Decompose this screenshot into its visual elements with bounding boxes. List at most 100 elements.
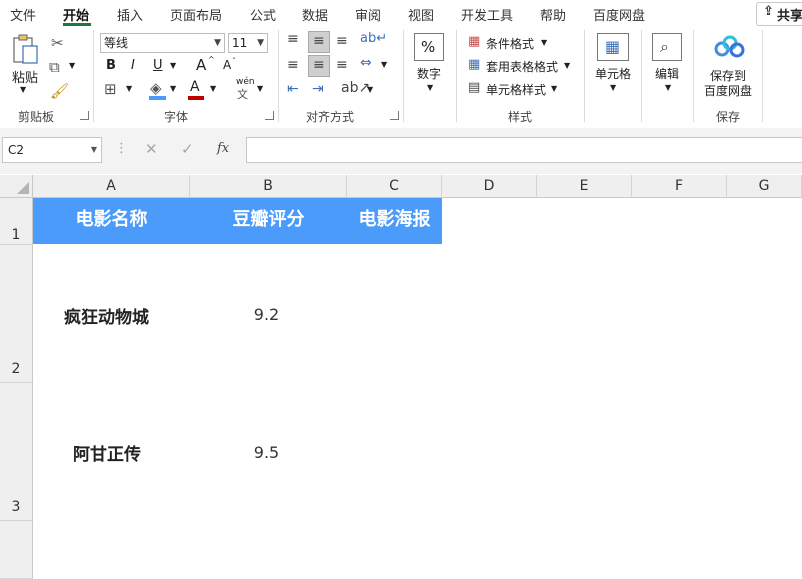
conditional-format-button[interactable]: 条件格式 bbox=[486, 35, 534, 52]
paste-button[interactable] bbox=[10, 33, 40, 67]
column-header-c[interactable]: C bbox=[347, 175, 442, 198]
save-group-label: 保存 bbox=[716, 110, 741, 124]
underline-dropdown-icon[interactable]: ▼ bbox=[170, 61, 176, 70]
italic-button[interactable]: I bbox=[131, 58, 135, 73]
name-box[interactable]: C2 ▼ bbox=[2, 137, 102, 163]
menu-home[interactable]: 开始 bbox=[63, 5, 89, 24]
font-color-button[interactable]: A bbox=[190, 79, 200, 95]
underline-button[interactable]: U bbox=[153, 58, 163, 73]
phonetic-icon: 文 bbox=[237, 88, 248, 101]
align-center-button[interactable]: ≡ bbox=[308, 55, 330, 77]
align-middle-button[interactable]: ≡ bbox=[308, 31, 330, 53]
menu-formulas[interactable]: 公式 bbox=[250, 5, 276, 24]
align-bottom-icon[interactable]: ≡ bbox=[336, 33, 348, 49]
cells-dropdown-icon[interactable]: ▼ bbox=[610, 83, 616, 92]
border-dropdown-icon[interactable]: ▼ bbox=[126, 84, 132, 93]
baidu-netdisk-icon[interactable] bbox=[713, 35, 745, 59]
wrap-text-icon[interactable]: ab↵ bbox=[360, 31, 387, 46]
table-format-dropdown-icon[interactable]: ▼ bbox=[564, 61, 570, 70]
share-button[interactable]: ⇪ 共享 bbox=[756, 2, 802, 26]
decrease-indent-icon[interactable]: ⇤ bbox=[287, 81, 299, 97]
cells-button[interactable]: ▦ bbox=[597, 33, 629, 61]
font-launcher-icon[interactable] bbox=[265, 111, 274, 120]
group-separator bbox=[403, 30, 404, 122]
baidu-netdisk-label[interactable]: 百度网盘 bbox=[704, 82, 752, 99]
menu-file[interactable]: 文件 bbox=[10, 5, 36, 24]
cell-b1[interactable]: 豆瓣评分 bbox=[190, 198, 347, 244]
border-icon[interactable]: ⊞ bbox=[104, 80, 117, 98]
active-tab-indicator bbox=[63, 23, 91, 26]
row-header-1[interactable]: 1 bbox=[0, 198, 33, 245]
group-separator bbox=[278, 30, 279, 122]
shrink-font-button[interactable]: A bbox=[223, 58, 231, 72]
cell-a3[interactable]: 阿甘正传 bbox=[33, 383, 190, 521]
merge-dropdown-icon[interactable]: ▼ bbox=[381, 60, 387, 69]
menu-developer[interactable]: 开发工具 bbox=[461, 5, 513, 24]
font-color-dropdown-icon[interactable]: ▼ bbox=[210, 84, 216, 93]
align-right-icon[interactable]: ≡ bbox=[336, 57, 348, 73]
align-middle-icon: ≡ bbox=[313, 33, 325, 49]
increase-indent-icon[interactable]: ⇥ bbox=[312, 81, 324, 97]
menu-review[interactable]: 审阅 bbox=[355, 5, 381, 24]
column-header-e[interactable]: E bbox=[537, 175, 632, 198]
font-name-value: 等线 bbox=[104, 36, 129, 50]
column-header-f[interactable]: F bbox=[632, 175, 727, 198]
font-name-combo[interactable]: 等线 ▼ bbox=[100, 33, 225, 53]
cut-icon[interactable]: ✂ bbox=[51, 34, 64, 52]
align-top-icon[interactable]: ≡ bbox=[287, 31, 299, 47]
grow-font-button[interactable]: A bbox=[196, 56, 206, 74]
paste-dropdown-icon[interactable]: ▼ bbox=[20, 85, 26, 94]
menu-help[interactable]: 帮助 bbox=[540, 5, 566, 24]
insert-function-icon[interactable]: fx bbox=[217, 141, 229, 156]
row-header-2[interactable]: 2 bbox=[0, 245, 33, 383]
orientation-icon[interactable]: ab↗ bbox=[341, 80, 370, 96]
search-icon: ⌕ bbox=[660, 37, 669, 56]
clipboard-launcher-icon[interactable] bbox=[80, 111, 89, 120]
chevron-down-icon: ▼ bbox=[214, 38, 221, 48]
cell-a1[interactable]: 电影名称 bbox=[33, 198, 190, 244]
row-header-4[interactable] bbox=[0, 521, 33, 579]
number-dropdown-icon[interactable]: ▼ bbox=[427, 83, 433, 92]
alignment-launcher-icon[interactable] bbox=[390, 111, 399, 120]
cancel-icon[interactable]: ✕ bbox=[145, 140, 158, 158]
editing-button[interactable]: ⌕ bbox=[652, 33, 682, 61]
menu-view[interactable]: 视图 bbox=[408, 5, 434, 24]
conditional-dropdown-icon[interactable]: ▼ bbox=[541, 38, 547, 47]
copy-dropdown-icon[interactable]: ▼ bbox=[69, 61, 75, 70]
phonetic-dropdown-icon[interactable]: ▼ bbox=[257, 84, 263, 93]
menu-page-layout[interactable]: 页面布局 bbox=[170, 5, 222, 24]
cell-b2[interactable]: 9.2 bbox=[190, 245, 347, 383]
menu-baidu-netdisk[interactable]: 百度网盘 bbox=[593, 5, 645, 24]
menu-insert[interactable]: 插入 bbox=[117, 5, 143, 24]
merge-center-icon[interactable]: ⇔ bbox=[360, 55, 372, 71]
font-size-combo[interactable]: 11 ▼ bbox=[228, 33, 268, 53]
cells-icon: ▦ bbox=[605, 37, 621, 56]
select-all-button[interactable] bbox=[0, 175, 33, 198]
column-header-d[interactable]: D bbox=[442, 175, 537, 198]
fill-color-icon[interactable]: ◈ bbox=[150, 79, 162, 97]
cells-label: 单元格 bbox=[595, 67, 632, 81]
column-header-a[interactable]: A bbox=[33, 175, 190, 198]
bold-button[interactable]: B bbox=[106, 58, 116, 73]
group-separator bbox=[762, 30, 763, 122]
confirm-icon[interactable]: ✓ bbox=[181, 140, 194, 158]
editing-dropdown-icon[interactable]: ▼ bbox=[665, 83, 671, 92]
orientation-dropdown-icon[interactable]: ▼ bbox=[367, 85, 373, 94]
formula-input[interactable] bbox=[246, 137, 802, 163]
menu-data[interactable]: 数据 bbox=[302, 5, 328, 24]
align-left-icon[interactable]: ≡ bbox=[287, 57, 299, 73]
table-format-button[interactable]: 套用表格格式 bbox=[486, 58, 558, 75]
copy-icon[interactable]: ⧉ bbox=[49, 58, 60, 76]
fill-dropdown-icon[interactable]: ▼ bbox=[170, 84, 176, 93]
alignment-group-label: 对齐方式 bbox=[306, 110, 355, 124]
number-format-button[interactable]: % bbox=[414, 33, 444, 61]
row-header-3[interactable]: 3 bbox=[0, 383, 33, 521]
cell-c1[interactable]: 电影海报 bbox=[347, 198, 442, 244]
cell-style-button[interactable]: 单元格样式 bbox=[486, 81, 546, 98]
cell-b3[interactable]: 9.5 bbox=[190, 383, 347, 521]
cell-style-dropdown-icon[interactable]: ▼ bbox=[551, 84, 557, 93]
cell-a2[interactable]: 疯狂动物城 bbox=[33, 245, 190, 383]
format-painter-icon[interactable]: 🖌 bbox=[50, 82, 69, 100]
column-header-b[interactable]: B bbox=[190, 175, 347, 198]
column-header-g[interactable]: G bbox=[727, 175, 802, 198]
